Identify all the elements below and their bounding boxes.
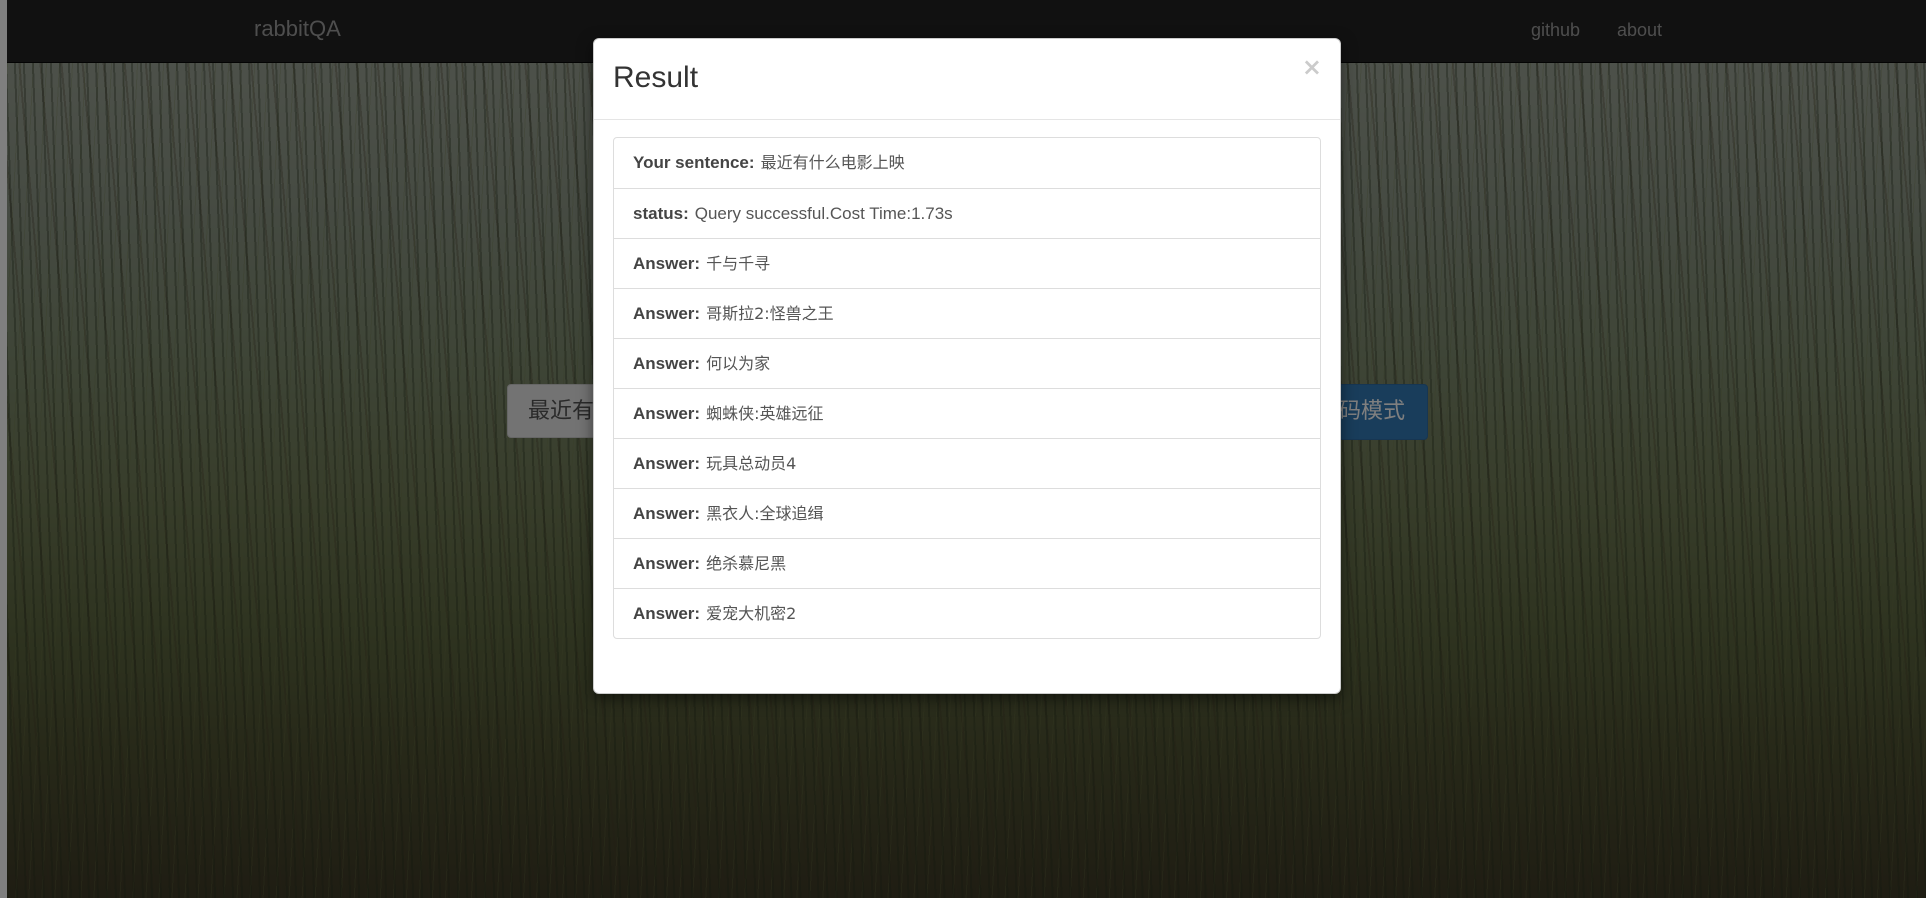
item-label: Answer:	[633, 604, 701, 623]
item-label: Answer:	[633, 254, 701, 273]
item-label: Answer:	[633, 304, 701, 323]
item-value: 绝杀慕尼黑	[706, 554, 787, 573]
modal-title: Result	[613, 61, 699, 94]
result-modal: Result × Your sentence: 最近有什么电影上映 status:…	[593, 38, 1341, 694]
modal-body: Your sentence: 最近有什么电影上映 status: Query suc…	[613, 137, 1321, 639]
page: rabbitQA github about 最近有 码模式 Result × Y…	[0, 0, 1926, 898]
item-value: 蜘蛛侠:英雄远征	[706, 404, 824, 423]
modal-header: Result ×	[594, 39, 1340, 120]
result-item-answer: Answer: 蜘蛛侠:英雄远征	[614, 388, 1320, 438]
item-label: status:	[633, 204, 689, 223]
item-value: 哥斯拉2:怪兽之王	[706, 304, 834, 323]
item-value: 最近有什么电影上映	[760, 153, 905, 172]
result-item-answer: Answer: 何以为家	[614, 338, 1320, 388]
item-value: Query successful.Cost Time:1.73s	[694, 204, 953, 223]
item-value: 黑衣人:全球追缉	[706, 504, 824, 523]
result-item-answer: Answer: 爱宠大机密2	[614, 588, 1320, 638]
item-label: Answer:	[633, 354, 701, 373]
close-icon[interactable]: ×	[1302, 53, 1322, 81]
item-label: Answer:	[633, 404, 701, 423]
result-item-answer: Answer: 黑衣人:全球追缉	[614, 488, 1320, 538]
item-label: Your sentence:	[633, 153, 755, 172]
item-label: Answer:	[633, 554, 701, 573]
item-label: Answer:	[633, 454, 701, 473]
result-item-answer: Answer: 绝杀慕尼黑	[614, 538, 1320, 588]
item-value: 何以为家	[706, 354, 771, 373]
result-item-answer: Answer: 哥斯拉2:怪兽之王	[614, 288, 1320, 338]
result-item-sentence: Your sentence: 最近有什么电影上映	[614, 138, 1320, 188]
item-value: 千与千寻	[706, 254, 771, 273]
result-item-answer: Answer: 玩具总动员4	[614, 438, 1320, 488]
result-item-status: status: Query successful.Cost Time:1.73s	[614, 188, 1320, 238]
result-item-answer: Answer: 千与千寻	[614, 238, 1320, 288]
item-value: 玩具总动员4	[706, 454, 797, 473]
item-label: Answer:	[633, 504, 701, 523]
item-value: 爱宠大机密2	[706, 604, 797, 623]
result-list: Your sentence: 最近有什么电影上映 status: Query suc…	[613, 137, 1321, 639]
